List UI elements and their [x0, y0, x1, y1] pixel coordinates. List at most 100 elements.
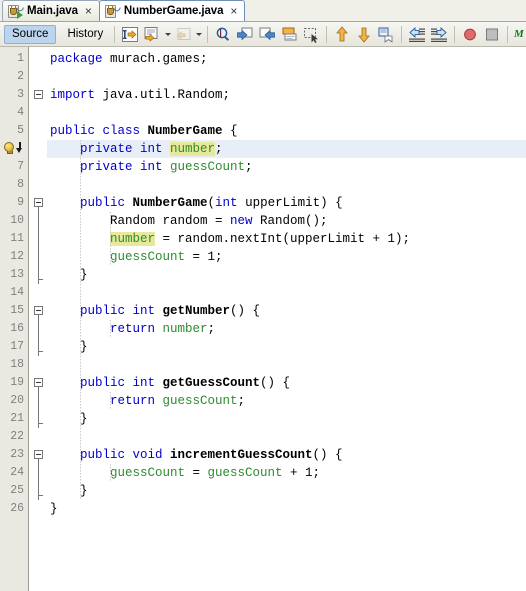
code-line[interactable]: Random random = new Random();: [47, 212, 526, 230]
fold-toggle-icon[interactable]: [34, 378, 43, 387]
shift-line-left-icon[interactable]: [406, 24, 428, 45]
code-token: public void: [80, 448, 171, 462]
last-edit-icon[interactable]: [119, 24, 141, 45]
code-line[interactable]: }: [47, 500, 526, 518]
gutter-row[interactable]: 24: [0, 464, 28, 482]
gutter-row[interactable]: 25: [0, 482, 28, 500]
code-editor[interactable]: 1 2 3 4 5 7 8 9 10 11 12 13 14 15 16 17 18 19 20 21 22 23 24 25…: [0, 47, 526, 591]
tab-main-java[interactable]: ◡ Main.java ×: [2, 0, 100, 21]
code-line[interactable]: [47, 104, 526, 122]
code-line[interactable]: }: [47, 266, 526, 284]
forward-navigation-icon[interactable]: [172, 24, 194, 45]
code-line[interactable]: [47, 428, 526, 446]
code-text-area[interactable]: package murach.games; import java.util.Ra…: [47, 47, 526, 591]
code-line[interactable]: guessCount = guessCount + 1;: [47, 464, 526, 482]
code-token: (: [207, 196, 216, 210]
toggle-bookmark-icon[interactable]: [375, 24, 397, 45]
java-class-icon: ◡: [104, 2, 121, 19]
code-line[interactable]: public void incrementGuessCount() {: [47, 446, 526, 464]
gutter-row[interactable]: 1: [0, 50, 28, 68]
inspect-members-icon[interactable]: M: [512, 24, 526, 45]
gutter-row[interactable]: 2: [0, 68, 28, 86]
fold-toggle-icon[interactable]: [34, 90, 43, 99]
code-line[interactable]: return number;: [47, 320, 526, 338]
back-navigation-icon[interactable]: [141, 24, 163, 45]
code-token: private int: [80, 142, 171, 156]
code-line[interactable]: public NumberGame(int upperLimit) {: [47, 194, 526, 212]
back-dropdown-icon[interactable]: [163, 24, 172, 45]
toggle-highlight-icon[interactable]: [278, 24, 300, 45]
code-line[interactable]: private int guessCount;: [47, 158, 526, 176]
code-line[interactable]: guessCount = 1;: [47, 248, 526, 266]
previous-bookmark-icon[interactable]: [331, 24, 353, 45]
history-view-button[interactable]: History: [60, 25, 110, 44]
code-line[interactable]: import java.util.Random;: [47, 86, 526, 104]
find-next-icon[interactable]: [256, 24, 278, 45]
tab-close-icon[interactable]: ×: [229, 5, 238, 17]
gutter-row[interactable]: 17: [0, 338, 28, 356]
code-line[interactable]: private int number;: [47, 140, 526, 158]
gutter-row[interactable]: 18: [0, 356, 28, 374]
gutter-row[interactable]: 7: [0, 158, 28, 176]
gutter-row[interactable]: 26: [0, 500, 28, 518]
netbeans-editor-window: ◡ Main.java × ◡ NumberGame.java × Source…: [0, 0, 526, 591]
shift-line-right-icon[interactable]: [428, 24, 450, 45]
code-line[interactable]: public class NumberGame {: [47, 122, 526, 140]
code-folding-column[interactable]: [30, 47, 47, 591]
fold-toggle-icon[interactable]: [34, 450, 43, 459]
code-line[interactable]: return guessCount;: [47, 392, 526, 410]
line-number-gutter[interactable]: 1 2 3 4 5 7 8 9 10 11 12 13 14 15 16 17 18 19 20 21 22 23 24 25…: [0, 47, 29, 591]
fold-line: [38, 320, 39, 338]
toggle-rectangular-selection-icon[interactable]: [300, 24, 322, 45]
code-line[interactable]: package murach.games;: [47, 50, 526, 68]
line-number: 16: [10, 322, 24, 335]
code-token: ;: [215, 142, 223, 156]
code-line[interactable]: [47, 356, 526, 374]
code-line[interactable]: [47, 284, 526, 302]
start-macro-recording-icon[interactable]: [459, 24, 481, 45]
gutter-row[interactable]: 3: [0, 86, 28, 104]
gutter-row[interactable]: 13: [0, 266, 28, 284]
gutter-row[interactable]: 12: [0, 248, 28, 266]
gutter-row[interactable]: 23: [0, 446, 28, 464]
code-line[interactable]: public int getGuessCount() {: [47, 374, 526, 392]
code-line[interactable]: }: [47, 338, 526, 356]
gutter-row[interactable]: 16: [0, 320, 28, 338]
lightbulb-hint-icon[interactable]: [3, 140, 27, 156]
gutter-row[interactable]: 5: [0, 122, 28, 140]
line-number: 19: [10, 376, 24, 389]
code-line[interactable]: [47, 68, 526, 86]
fold-toggle-icon[interactable]: [34, 306, 43, 315]
gutter-row[interactable]: 15: [0, 302, 28, 320]
gutter-row[interactable]: [0, 140, 28, 158]
stop-macro-recording-icon[interactable]: [481, 24, 503, 45]
indent-guide: [110, 392, 111, 410]
gutter-row[interactable]: 8: [0, 176, 28, 194]
find-selection-icon[interactable]: [212, 24, 234, 45]
line-number: 11: [10, 232, 24, 245]
gutter-row[interactable]: 10: [0, 212, 28, 230]
next-bookmark-icon[interactable]: [353, 24, 375, 45]
code-line[interactable]: number = random.nextInt(upperLimit + 1);: [47, 230, 526, 248]
gutter-row[interactable]: 4: [0, 104, 28, 122]
gutter-row[interactable]: 22: [0, 428, 28, 446]
forward-dropdown-icon[interactable]: [194, 24, 203, 45]
fold-toggle-icon[interactable]: [34, 198, 43, 207]
code-line-text: }: [80, 410, 88, 428]
gutter-row[interactable]: 21: [0, 410, 28, 428]
code-line[interactable]: [47, 176, 526, 194]
gutter-row[interactable]: 9: [0, 194, 28, 212]
gutter-row[interactable]: 14: [0, 284, 28, 302]
tab-numbergame-java[interactable]: ◡ NumberGame.java ×: [98, 0, 246, 21]
code-line[interactable]: }: [47, 410, 526, 428]
gutter-row[interactable]: 19: [0, 374, 28, 392]
source-view-button[interactable]: Source: [4, 24, 57, 44]
code-line[interactable]: }: [47, 482, 526, 500]
code-line[interactable]: public int getNumber() {: [47, 302, 526, 320]
gutter-row[interactable]: 20: [0, 392, 28, 410]
find-previous-icon[interactable]: [234, 24, 256, 45]
tab-close-icon[interactable]: ×: [84, 5, 93, 17]
gutter-row[interactable]: 11: [0, 230, 28, 248]
code-token: private int: [80, 160, 171, 174]
line-number: 15: [10, 304, 24, 317]
